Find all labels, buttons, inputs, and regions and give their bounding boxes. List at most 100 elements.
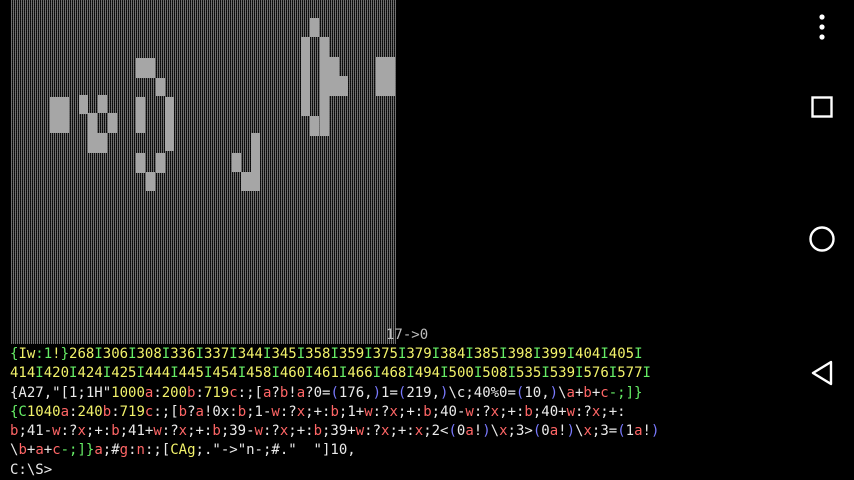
terminal-token: 460 — [279, 365, 306, 382]
terminal-token: 240 — [77, 403, 103, 420]
terminal-token: :1 — [35, 346, 53, 362]
terminal-token: ;+: — [305, 403, 331, 420]
game-block — [79, 95, 88, 114]
terminal-token: I — [102, 365, 112, 382]
terminal-token: w — [355, 423, 365, 440]
terminal-line: {C1040a:240b:719c:;[b?a!0x:b;1-w:?x;+:b;… — [10, 403, 775, 422]
terminal-token: ( — [330, 384, 339, 401]
terminal-token: ;39+ — [322, 423, 356, 440]
terminal-token: 577 — [617, 365, 643, 382]
game-block — [88, 133, 107, 153]
terminal-token: ;+: — [187, 423, 213, 440]
terminal-token: I — [195, 346, 204, 362]
terminal-token: : — [128, 442, 137, 459]
terminal-token: I — [271, 365, 280, 382]
terminal-token: I — [170, 365, 179, 382]
terminal-token: ) — [566, 423, 576, 440]
terminal-token: b — [212, 423, 221, 440]
terminal-token: ? — [187, 403, 196, 420]
game-block — [301, 96, 310, 116]
terminal-token: a — [60, 403, 70, 420]
terminal-token: ;+: — [288, 423, 314, 440]
game-block — [165, 97, 174, 151]
terminal-token: c — [52, 442, 61, 459]
emulator-screen[interactable]: 17->0 {Iw:1!}268I306I308I336I337I344I345… — [0, 0, 779, 480]
terminal-token: g — [119, 442, 129, 459]
terminal-token: w — [364, 403, 373, 420]
terminal-token: I — [499, 346, 508, 362]
terminal-token: w — [153, 423, 162, 440]
terminal-token: 219, — [406, 384, 441, 401]
game-block — [320, 116, 329, 136]
terminal-token: I — [35, 365, 44, 382]
terminal-token: ) — [650, 423, 660, 440]
game-canvas[interactable] — [11, 0, 396, 344]
terminal-token: I — [229, 346, 238, 362]
terminal-token: 719 — [119, 403, 145, 420]
game-block — [108, 113, 117, 133]
game-block — [310, 18, 319, 37]
terminal-token: 494 — [414, 365, 441, 382]
menu-dots-icon[interactable] — [806, 11, 838, 43]
terminal-token: 454 — [212, 365, 238, 382]
terminal-token: x — [490, 403, 500, 420]
terminal-token: n — [136, 442, 145, 459]
terminal-token: w — [566, 403, 575, 420]
terminal-token: I — [161, 346, 171, 362]
back-triangle-icon[interactable] — [806, 357, 838, 389]
terminal-token: ;40+ — [532, 403, 567, 420]
terminal-token: ( — [448, 423, 457, 440]
terminal-token: ) — [372, 384, 382, 401]
terminal-token: b — [524, 403, 533, 420]
terminal-token: ! — [52, 346, 61, 362]
terminal-token: ;2< — [423, 423, 449, 440]
terminal-token: b — [423, 403, 432, 420]
terminal-token: x — [77, 423, 86, 440]
terminal-token: !0x: — [203, 403, 238, 420]
terminal-token: a — [549, 423, 559, 440]
terminal-token: 306 — [102, 346, 129, 362]
terminal-token: a — [296, 384, 306, 401]
recents-square-icon[interactable] — [806, 91, 838, 123]
terminal-token: :? — [60, 423, 78, 440]
game-block — [320, 37, 329, 57]
terminal-token: ? — [271, 384, 280, 401]
terminal-token: I — [94, 346, 103, 362]
terminal-token: ;."->"n-;#." "]10, — [195, 442, 356, 459]
terminal-token: 535 — [516, 365, 542, 382]
terminal-token: 345 — [271, 346, 297, 362]
terminal-token: I — [372, 365, 382, 382]
terminal-token: I — [128, 346, 137, 362]
terminal-token: I — [507, 365, 517, 382]
terminal-token: C:\S> — [10, 461, 53, 478]
game-block — [136, 58, 155, 78]
terminal-token: {A27,"[1;1H" — [10, 384, 112, 401]
terminal-token: b — [279, 384, 289, 401]
terminal-token: x — [499, 423, 508, 440]
terminal-token: ;# — [102, 442, 120, 459]
terminal-token: : — [153, 384, 162, 401]
terminal-token: \c;40%0= — [448, 384, 516, 401]
terminal-token: 444 — [144, 365, 171, 382]
terminal-token: ! — [473, 423, 483, 440]
game-block — [320, 57, 339, 96]
terminal-output[interactable]: {Iw:1!}268I306I308I336I337I344I345I358I3… — [10, 345, 775, 480]
terminal-token: w — [465, 403, 474, 420]
terminal-line: 414I420I424I425I444I445I454I458I460I461I… — [10, 364, 775, 383]
terminal-token: 500 — [448, 365, 474, 382]
terminal-token: 0 — [541, 423, 550, 440]
terminal-token: 344 — [237, 346, 263, 362]
terminal-token: x — [279, 423, 289, 440]
terminal-token: 337 — [203, 346, 230, 362]
terminal-token: 468 — [381, 365, 407, 382]
terminal-line: {Iw:1!}268I306I308I336I337I344I345I358I3… — [10, 345, 775, 364]
android-nav-bar — [790, 0, 854, 480]
terminal-token: I — [296, 346, 306, 362]
terminal-token: 414 — [10, 365, 36, 382]
home-circle-icon[interactable] — [806, 223, 838, 255]
terminal-token: 379 — [406, 346, 432, 362]
terminal-token: 359 — [338, 346, 365, 362]
game-block — [98, 95, 107, 113]
terminal-token: : — [195, 384, 204, 401]
terminal-token: a — [465, 423, 474, 440]
